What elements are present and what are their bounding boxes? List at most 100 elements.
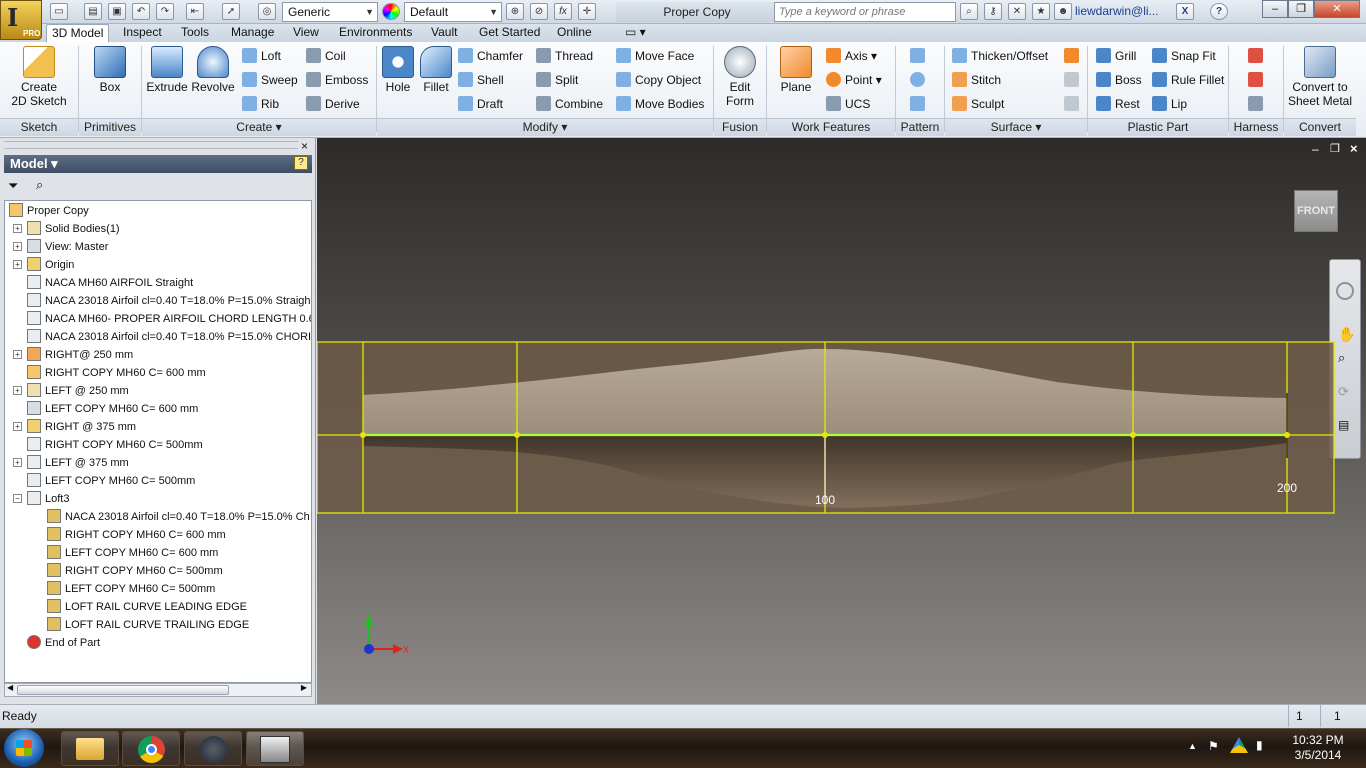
- browser-help-icon[interactable]: ?: [294, 156, 308, 170]
- help-icon[interactable]: ?: [1210, 3, 1228, 20]
- coil-button[interactable]: Coil: [306, 46, 346, 66]
- scroll-right-icon[interactable]: ▶: [301, 683, 307, 692]
- rest-button[interactable]: Rest: [1096, 94, 1140, 114]
- user-icon[interactable]: ☻: [1054, 3, 1072, 20]
- ribbon-options-icon[interactable]: ▭ ▾: [620, 24, 651, 42]
- point-button[interactable]: Point ▾: [826, 70, 882, 90]
- return-icon[interactable]: ⇤: [186, 3, 204, 20]
- patch-button[interactable]: [1064, 46, 1083, 66]
- taskbar-chrome[interactable]: [122, 731, 180, 766]
- tree-node[interactable]: +Origin: [27, 256, 74, 274]
- box-button[interactable]: Box: [86, 46, 134, 94]
- tab-tools[interactable]: Tools: [176, 24, 214, 42]
- mirror-button[interactable]: [910, 94, 929, 114]
- ucs-button[interactable]: UCS: [826, 94, 870, 114]
- scroll-left-icon[interactable]: ◀: [7, 683, 13, 692]
- derive-button[interactable]: Derive: [306, 94, 360, 114]
- sweep-button[interactable]: Sweep: [242, 70, 298, 90]
- tree-node[interactable]: NACA 23018 Airfoil cl=0.40 T=18.0% P=15.…: [47, 508, 310, 526]
- tree-node[interactable]: LOFT RAIL CURVE TRAILING EDGE: [47, 616, 249, 634]
- tree-node[interactable]: LOFT RAIL CURVE LEADING EDGE: [47, 598, 247, 616]
- tab-get-started[interactable]: Get Started: [474, 24, 545, 42]
- tools-icon[interactable]: ✕: [1008, 3, 1026, 20]
- tab-3d-model[interactable]: 3D Model: [46, 24, 109, 42]
- delete-face-button[interactable]: [1064, 94, 1083, 114]
- copy-object-button[interactable]: Copy Object: [616, 70, 701, 90]
- trim-button[interactable]: [1064, 70, 1083, 90]
- taskbar-explorer[interactable]: [61, 731, 119, 766]
- shell-button[interactable]: Shell: [458, 70, 504, 90]
- tab-manage[interactable]: Manage: [226, 24, 279, 42]
- revolve-button[interactable]: Revolve: [190, 46, 236, 94]
- fx-icon[interactable]: fx: [554, 3, 572, 20]
- browser-header[interactable]: Model ▾: [4, 155, 312, 173]
- material-dropdown[interactable]: Generic▼: [282, 2, 378, 22]
- combine-button[interactable]: Combine: [536, 94, 603, 114]
- hole-button[interactable]: Hole: [380, 46, 416, 94]
- thread-button[interactable]: Thread: [536, 46, 593, 66]
- loft-button[interactable]: Loft: [242, 46, 281, 66]
- find-icon[interactable]: ⌕: [36, 177, 43, 193]
- boss-button[interactable]: Boss: [1096, 70, 1142, 90]
- dimension-200[interactable]: 200: [1277, 481, 1297, 495]
- chamfer-button[interactable]: Chamfer: [458, 46, 523, 66]
- tray-expand-icon[interactable]: ▲: [1188, 741, 1197, 751]
- tree-node[interactable]: RIGHT COPY MH60 C= 500mm: [27, 436, 203, 454]
- sculpt-button[interactable]: Sculpt: [952, 94, 1004, 114]
- fillet-button[interactable]: Fillet: [418, 46, 454, 94]
- rectangular-pattern-button[interactable]: [910, 46, 929, 66]
- browser-scrollbar[interactable]: ◀ ▶: [4, 683, 312, 697]
- expand-icon[interactable]: +: [13, 422, 22, 431]
- circular-pattern-button[interactable]: [910, 70, 929, 90]
- open-icon[interactable]: ▤: [84, 3, 102, 20]
- tree-node[interactable]: +RIGHT@ 250 mm: [27, 346, 133, 364]
- action-center-icon[interactable]: ⚑: [1208, 739, 1219, 753]
- lip-button[interactable]: Lip: [1152, 94, 1187, 114]
- tree-node[interactable]: End of Part: [27, 634, 100, 652]
- start-button[interactable]: [4, 729, 44, 767]
- tree-node[interactable]: Proper Copy: [9, 202, 89, 220]
- tree-node[interactable]: LEFT COPY MH60 C= 500mm: [27, 472, 195, 490]
- clear-icon[interactable]: ⊘: [530, 3, 548, 20]
- expand-icon[interactable]: +: [13, 350, 22, 359]
- redo-icon[interactable]: ↷: [156, 3, 174, 20]
- tree-node[interactable]: −Loft3: [27, 490, 69, 508]
- close-button[interactable]: ✕: [1314, 0, 1360, 18]
- search-input[interactable]: Type a keyword or phrase: [774, 2, 956, 22]
- panel-title-create[interactable]: Create ▾: [142, 118, 376, 136]
- tree-node[interactable]: +View: Master: [27, 238, 108, 256]
- binoculars-icon[interactable]: ⌕: [960, 3, 978, 20]
- tree-node[interactable]: +LEFT @ 375 mm: [27, 454, 129, 472]
- plane-button[interactable]: Plane: [774, 46, 818, 94]
- create-2d-sketch-button[interactable]: Create 2D Sketch: [8, 46, 70, 108]
- taskbar-steam[interactable]: [184, 731, 242, 766]
- tree-node[interactable]: +RIGHT @ 375 mm: [27, 418, 136, 436]
- rule-fillet-button[interactable]: Rule Fillet: [1152, 70, 1224, 90]
- tab-inspect[interactable]: Inspect: [118, 24, 167, 42]
- collapse-icon[interactable]: −: [13, 494, 22, 503]
- panel-title-modify[interactable]: Modify ▾: [377, 118, 713, 136]
- select-icon[interactable]: ➚: [222, 3, 240, 20]
- grill-button[interactable]: Grill: [1096, 46, 1136, 66]
- expand-icon[interactable]: +: [13, 260, 22, 269]
- key-icon[interactable]: ⚷: [984, 3, 1002, 20]
- maximize-button[interactable]: ❐: [1288, 0, 1314, 18]
- new-icon[interactable]: ▭: [50, 3, 68, 20]
- tree-node[interactable]: +LEFT @ 250 mm: [27, 382, 129, 400]
- split-button[interactable]: Split: [536, 70, 578, 90]
- tree-node[interactable]: NACA 23018 Airfoil cl=0.40 T=18.0% P=15.…: [27, 292, 311, 310]
- tree-node[interactable]: NACA 23018 Airfoil cl=0.40 T=18.0% P=15.…: [27, 328, 311, 346]
- convert-to-sheet-metal-button[interactable]: Convert to Sheet Metal: [1286, 46, 1354, 108]
- tree-node[interactable]: NACA MH60- PROPER AIRFOIL CHORD LENGTH 0…: [27, 310, 312, 328]
- network-icon[interactable]: ▮: [1256, 738, 1263, 752]
- add-icon[interactable]: ✛: [578, 3, 596, 20]
- adjust-icon[interactable]: ⊕: [506, 3, 524, 20]
- star-icon[interactable]: ★: [1032, 3, 1050, 20]
- tree-node[interactable]: RIGHT COPY MH60 C= 600 mm: [27, 364, 206, 382]
- tree-node[interactable]: RIGHT COPY MH60 C= 600 mm: [47, 526, 226, 544]
- filter-icon[interactable]: ⏷: [8, 178, 18, 194]
- harness-tool-2-button[interactable]: [1248, 70, 1267, 90]
- expand-icon[interactable]: +: [13, 224, 22, 233]
- user-name[interactable]: liewdarwin@li...: [1075, 4, 1159, 18]
- tree-node[interactable]: NACA MH60 AIRFOIL Straight: [27, 274, 193, 292]
